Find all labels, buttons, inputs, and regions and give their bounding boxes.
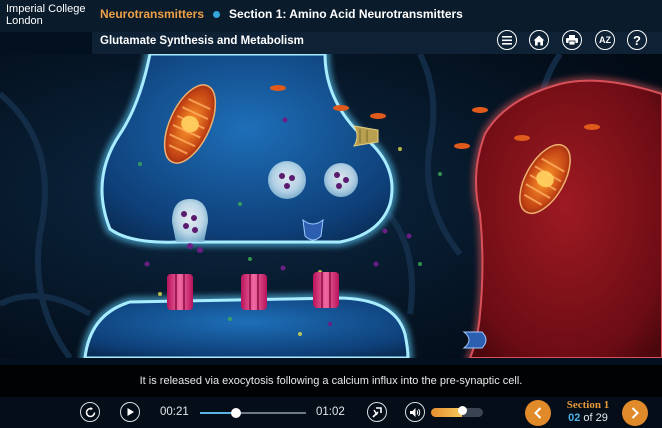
institution-logo: Imperial College London <box>6 3 91 27</box>
page-title: Glutamate Synthesis and Metabolism <box>100 35 304 47</box>
logo-line1: Imperial College <box>6 3 86 15</box>
player-controls: 00:21 01:02 Section 1 02 of 29 <box>0 397 662 428</box>
menu-icon <box>502 35 512 45</box>
current-time: 00:21 <box>160 406 189 418</box>
synaptic-vesicle <box>324 163 358 197</box>
glutamate-receptor <box>167 274 193 310</box>
total-time: 01:02 <box>316 406 345 418</box>
menu-button[interactable] <box>497 30 517 50</box>
seek-handle[interactable] <box>231 408 242 418</box>
home-icon <box>533 35 545 45</box>
page-total: of 29 <box>583 412 608 424</box>
next-arrow-icon <box>631 407 639 419</box>
print-icon <box>566 35 578 45</box>
logo-line2: London <box>6 15 43 27</box>
play-icon <box>127 408 134 416</box>
replay-icon <box>85 406 95 417</box>
prev-arrow-icon <box>534 407 542 419</box>
print-button[interactable] <box>562 30 582 50</box>
synapse-animation <box>0 54 662 358</box>
caption-text: It is released via exocytosis following … <box>0 365 662 397</box>
breadcrumb-course[interactable]: Neurotransmitters <box>100 7 204 21</box>
calcium-channel <box>353 125 379 147</box>
page-current: 02 <box>568 412 581 424</box>
glossary-button[interactable]: AZ <box>595 30 615 50</box>
next-page-button[interactable] <box>622 400 648 426</box>
astrocyte-cell <box>468 79 662 358</box>
app-window: Imperial College London Neurotransmitter… <box>0 0 662 428</box>
play-button[interactable] <box>120 402 140 422</box>
page-counter: 02 of 29 <box>556 412 620 424</box>
home-button[interactable] <box>529 30 549 50</box>
help-icon: ? <box>633 32 641 48</box>
volume-icon <box>410 407 421 417</box>
volume-slider[interactable] <box>431 408 483 417</box>
replay-button[interactable] <box>80 402 100 422</box>
breadcrumb: Neurotransmitters Section 1: Amino Acid … <box>100 7 463 21</box>
fusing-vesicle <box>172 199 208 242</box>
interaction-button[interactable] <box>367 402 387 422</box>
interaction-icon <box>372 407 382 418</box>
breadcrumb-separator-dot <box>213 10 221 18</box>
breadcrumb-section: Section 1: Amino Acid Neurotransmitters <box>229 7 463 21</box>
top-bar: Imperial College London Neurotransmitter… <box>0 0 662 32</box>
seek-bar[interactable] <box>200 408 306 418</box>
glossary-icon: AZ <box>599 35 611 45</box>
section-label: Section 1 <box>566 399 610 411</box>
glutamate-receptor <box>313 272 339 308</box>
volume-button[interactable] <box>405 402 425 422</box>
help-button[interactable]: ? <box>627 30 647 50</box>
synaptic-vesicle <box>268 161 306 199</box>
previous-page-button[interactable] <box>525 400 551 426</box>
glutamate-receptor <box>241 274 267 310</box>
